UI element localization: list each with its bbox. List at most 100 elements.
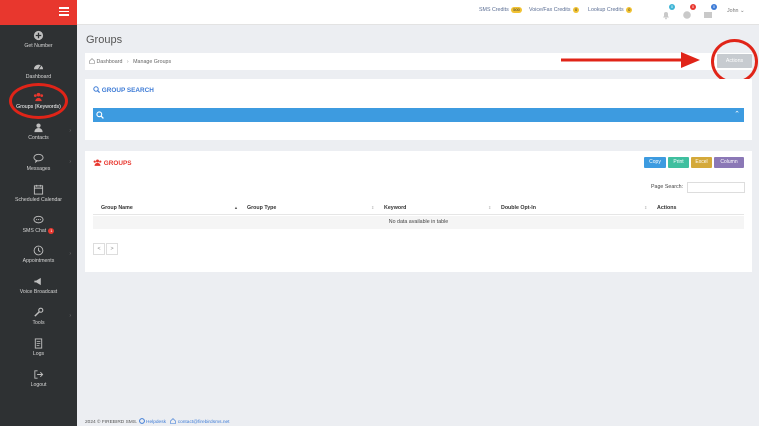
voice-fax-label: Voice/Fax Credits [529, 7, 571, 13]
sms-chat-icon [33, 215, 44, 224]
sidebar-item-label: Logs [32, 351, 45, 357]
search-icon [96, 111, 104, 119]
lookup-credits[interactable]: Lookup Credits 0 [588, 7, 633, 13]
footer: 2024 © FIREBIRD SMS. Helpdesk contact@fi… [85, 418, 230, 425]
sidebar-item-sms-chat[interactable]: SMS Chat 1 [0, 215, 77, 245]
sidebar-item-label: Contacts [28, 135, 49, 141]
groups-title: GROUPS [93, 159, 131, 167]
sidebar-item-logout[interactable]: Logout [0, 369, 77, 399]
message-icon[interactable]: 0 [703, 4, 717, 18]
chevron-right-icon: › [69, 313, 71, 319]
sort-icon: ⇕ [644, 205, 648, 210]
column-double-opt-in[interactable]: Double Opt-In [501, 205, 536, 211]
plus-circle-icon [33, 30, 44, 41]
groups-title-text: GROUPS [103, 160, 132, 167]
highlight-circle [711, 39, 758, 84]
message-badge: 0 [711, 4, 717, 10]
megaphone-icon [34, 277, 41, 286]
sidebar-item-logs[interactable]: Logs [0, 338, 77, 368]
sidebar-item-tools[interactable]: Tools › [0, 307, 77, 337]
sms-chat-badge: 1 [48, 228, 55, 234]
breadcrumb-dashboard[interactable]: Dashboard [96, 59, 122, 65]
lookup-label: Lookup Credits [588, 7, 624, 13]
brand-bar [0, 0, 77, 25]
sms-credits-value: 500 [511, 7, 522, 13]
table-header: Group Name ▲ Group Type ⇕ Keyword ⇕ Doub… [93, 201, 744, 215]
user-menu[interactable]: John ⌄ [727, 8, 744, 14]
chevron-down-icon: ⌄ [739, 8, 745, 14]
footer-copyright: 2024 © FIREBIRD SMS. [85, 420, 138, 425]
groups-panel: GROUPS Copy Print Excel Column Page Sear… [85, 151, 752, 272]
helpdesk-link[interactable]: Helpdesk [146, 420, 166, 425]
sidebar-item-label: Appointments [22, 258, 55, 264]
voice-fax-credits[interactable]: Voice/Fax Credits 0 [529, 7, 580, 13]
column-button[interactable]: Column [714, 157, 744, 168]
contact-icon [34, 123, 43, 133]
chevron-up-icon[interactable]: ⌃ [734, 110, 740, 118]
sidebar-item-label: Get Number [24, 43, 53, 49]
sidebar-item-get-number[interactable]: Get Number [0, 30, 77, 60]
sidebar-item-messages[interactable]: Messages › [0, 153, 77, 183]
table-empty-row: No data available in table [93, 216, 744, 229]
chevron-right-icon: › [69, 128, 71, 134]
logout-icon [34, 370, 44, 379]
column-actions: Actions [657, 205, 677, 211]
group-search-title-text: GROUP SEARCH [101, 87, 154, 94]
home-icon [89, 58, 95, 64]
notification-bell-icon[interactable]: 0 [661, 4, 675, 20]
lookup-value: 0 [626, 7, 633, 13]
sidebar-item-voice-broadcast[interactable]: Voice Broadcast [0, 276, 77, 306]
alert-badge: 0 [690, 4, 696, 10]
pager-prev-button[interactable]: < [93, 243, 105, 255]
excel-button[interactable]: Excel [691, 157, 712, 168]
alert-icon[interactable]: 0 [682, 4, 696, 19]
sidebar-item-label: Scheduled Calendar [14, 197, 62, 203]
voice-fax-value: 0 [573, 7, 580, 13]
user-name: John [727, 8, 739, 14]
sidebar-item-label: SMS Chat [22, 228, 47, 234]
contact-email-link[interactable]: contact@firebirdsms.net [178, 420, 230, 425]
pointer-arrow [561, 52, 700, 68]
sidebar-item-contacts[interactable]: Contacts › [0, 122, 77, 152]
sidebar-item-label: Tools [32, 320, 45, 326]
log-icon [34, 338, 43, 349]
topbar: SMS Credits 500 Voice/Fax Credits 0 Look… [77, 0, 759, 25]
breadcrumb-separator: › [126, 59, 129, 65]
group-search-panel: GROUP SEARCH ⌃ [85, 79, 752, 140]
sidebar-item-label: Dashboard [25, 74, 52, 80]
column-group-type[interactable]: Group Type [247, 205, 276, 211]
dashboard-icon [33, 64, 44, 70]
highlight-circle [9, 83, 68, 119]
sms-credits[interactable]: SMS Credits 500 [479, 7, 522, 13]
page-search-label: Page Search: [651, 184, 684, 190]
sidebar-item-appointments[interactable]: Appointments › [0, 245, 77, 275]
sort-icon: ⇕ [488, 205, 492, 210]
clock-icon [33, 245, 44, 256]
group-search-title: GROUP SEARCH [93, 86, 154, 94]
copy-button[interactable]: Copy [644, 157, 666, 168]
sidebar-item-label: Messages [26, 166, 51, 172]
users-icon [93, 159, 102, 166]
sort-icon: ⇕ [371, 205, 375, 210]
sms-credits-label: SMS Credits [479, 7, 509, 13]
calendar-icon [33, 184, 44, 195]
search-icon [93, 86, 101, 94]
lifebuoy-icon [138, 418, 145, 424]
sidebar: Get Number Dashboard Groups (Keywords) C… [0, 0, 77, 426]
sort-asc-icon: ▲ [234, 205, 238, 210]
page-title: Groups [86, 34, 123, 46]
column-group-name[interactable]: Group Name [101, 205, 133, 211]
sidebar-item-label: Logout [30, 382, 47, 388]
home-icon [170, 418, 177, 424]
sidebar-item-scheduled-calendar[interactable]: Scheduled Calendar [0, 184, 77, 214]
print-button[interactable]: Print [668, 157, 689, 168]
sidebar-item-label: Voice Broadcast [19, 289, 58, 295]
column-keyword[interactable]: Keyword [384, 205, 406, 211]
page-search-input[interactable] [687, 182, 745, 193]
search-collapse-bar[interactable]: ⌃ [93, 108, 744, 122]
chat-icon [33, 153, 44, 164]
hamburger-icon[interactable] [59, 7, 69, 16]
notification-badge: 0 [669, 4, 675, 10]
pager-next-button[interactable]: > [106, 243, 118, 255]
wrench-icon [34, 307, 44, 317]
